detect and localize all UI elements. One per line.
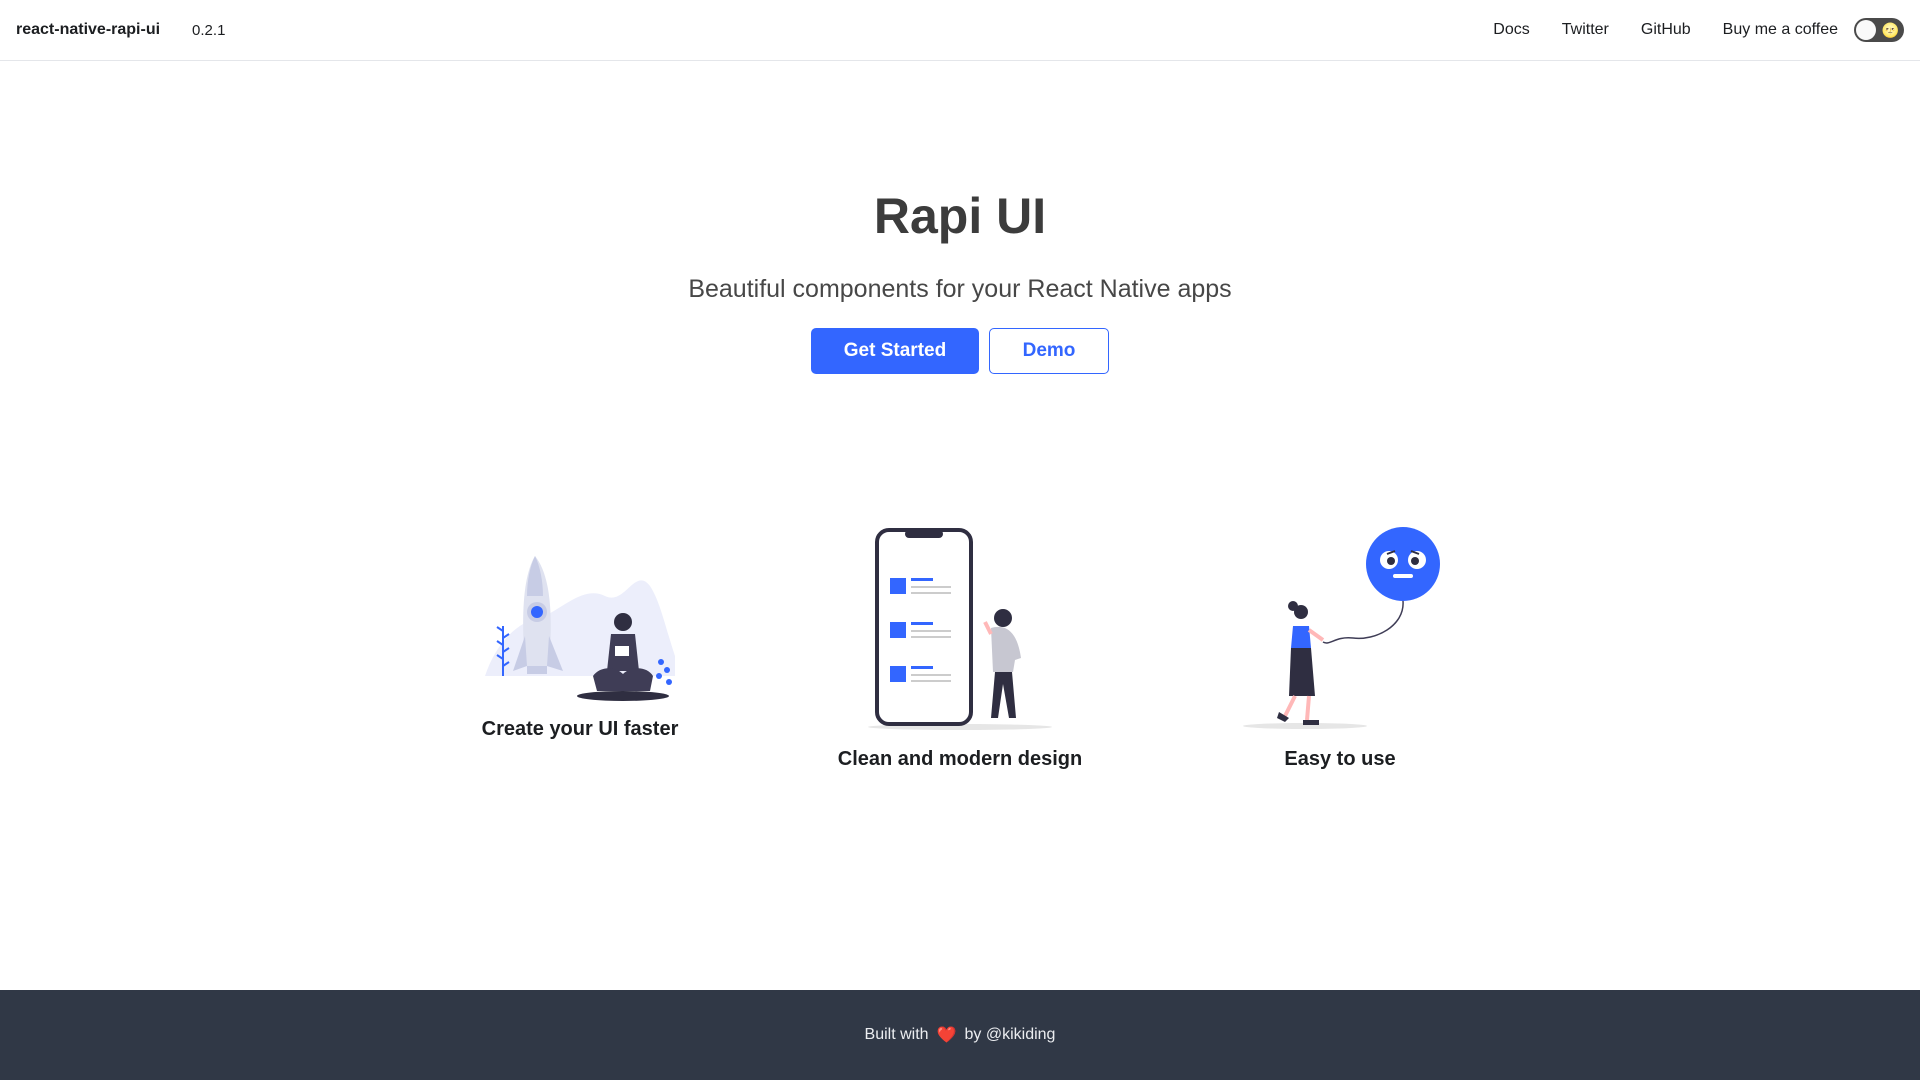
hero-section: Rapi UI Beautiful components for your Re… (0, 61, 1920, 374)
toggle-knob (1856, 20, 1876, 40)
footer: Built with ❤️ by @kikiding (0, 990, 1920, 1080)
nav-github-link[interactable]: GitHub (1641, 21, 1691, 39)
feature-title: Easy to use (1284, 748, 1396, 770)
rocket-illustration-icon (485, 556, 675, 701)
feature-easy-use: Easy to use (1150, 526, 1530, 771)
nav-links: Docs Twitter GitHub Buy me a coffee 🌝 (1493, 18, 1904, 42)
version-link[interactable]: 0.2.1 (192, 22, 225, 39)
features-section: Create your UI faster Clean and modern d… (0, 526, 1920, 771)
nav-coffee-link[interactable]: Buy me a coffee (1723, 21, 1838, 39)
demo-button[interactable]: Demo (989, 328, 1109, 374)
phone-illustration-icon (868, 528, 1052, 730)
feature-title: Clean and modern design (837, 748, 1083, 770)
moon-face-icon: 🌝 (1881, 22, 1899, 38)
feature-create-ui: Create your UI faster (390, 526, 770, 771)
brand-link[interactable]: react-native-rapi-ui (16, 21, 160, 39)
feature-clean-design: Clean and modern design (770, 526, 1150, 771)
hero-buttons: Get Started Demo (0, 328, 1920, 374)
dark-mode-toggle[interactable]: 🌝 (1854, 18, 1904, 42)
footer-author[interactable]: by @kikiding (965, 1026, 1056, 1044)
get-started-button[interactable]: Get Started (811, 328, 979, 374)
page-subtitle: Beautiful components for your React Nati… (688, 275, 1232, 303)
nav-docs-link[interactable]: Docs (1493, 21, 1529, 39)
page-title: Rapi UI (873, 188, 1047, 244)
heart-icon: ❤️ (936, 1027, 957, 1044)
footer-prefix: Built with (864, 1026, 929, 1043)
top-navbar: react-native-rapi-ui 0.2.1 Docs Twitter … (0, 0, 1920, 61)
balloon-illustration-icon (1243, 527, 1440, 729)
feature-title: Create your UI faster (481, 718, 679, 740)
nav-twitter-link[interactable]: Twitter (1562, 21, 1609, 39)
